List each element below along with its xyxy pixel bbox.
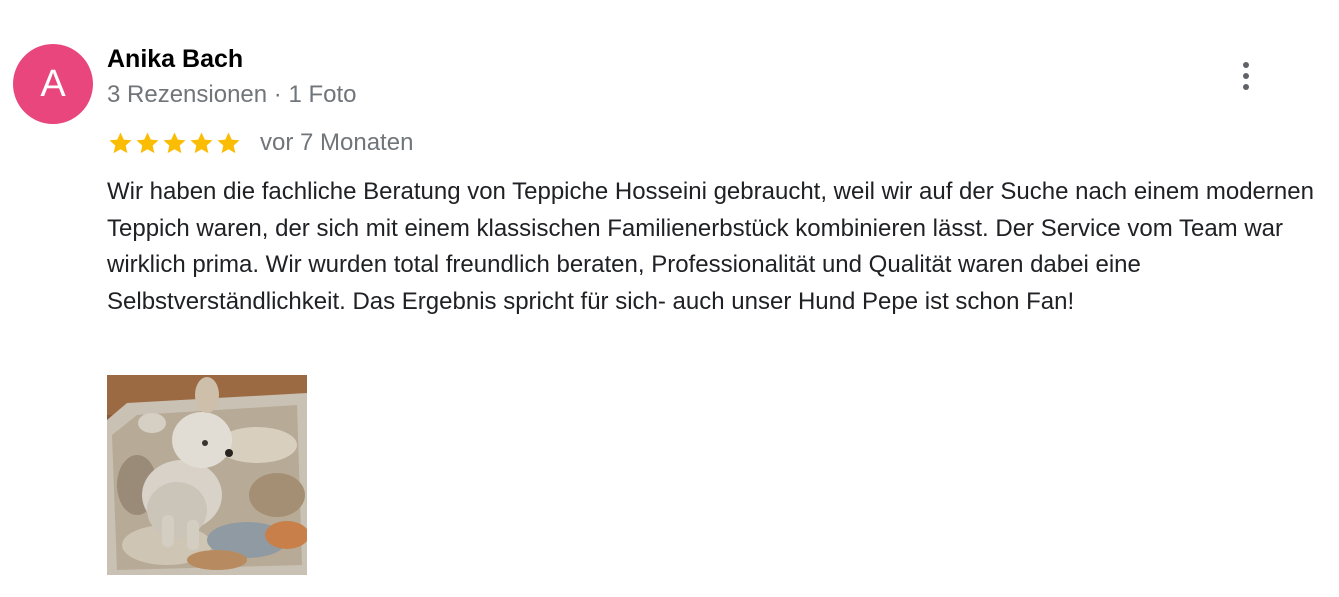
star-icon [217,131,240,153]
author-meta[interactable]: 3 Rezensionen · 1 Foto [107,80,356,110]
review-text: Wir haben die fachliche Beratung von Tep… [107,178,1314,315]
review-photo[interactable] [107,375,307,575]
review-card: A Anika Bach 3 Rezensionen · 1 Foto vor … [0,0,1339,597]
dog-on-rug-photo [107,375,307,575]
star-icon [109,131,132,153]
more-vert-icon-dot [1243,73,1249,79]
review-date: vor 7 Monaten [260,129,414,156]
more-vert-icon-dot [1243,84,1249,90]
avatar[interactable]: A [13,44,93,124]
star-icon [163,131,186,153]
author-name[interactable]: Anika Bach [107,44,243,74]
star-icon [190,131,213,153]
star-rating [107,130,242,157]
avatar-initial: A [40,63,66,105]
more-options-button[interactable] [1226,56,1266,96]
rating-row: vor 7 Monaten [107,126,413,160]
star-icon [136,131,159,153]
more-vert-icon [1243,62,1249,68]
